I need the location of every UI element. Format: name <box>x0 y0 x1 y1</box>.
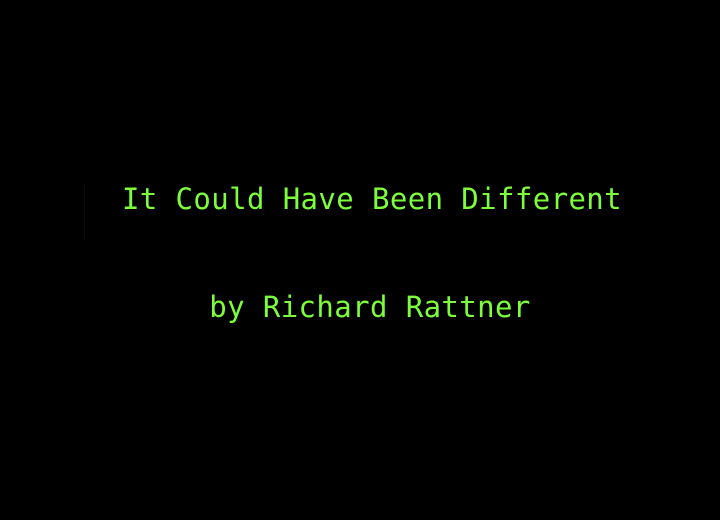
story-byline: by Richard Rattner <box>209 290 531 324</box>
title-screen: It Could Have Been Different by Richard … <box>0 0 720 520</box>
story-title: It Could Have Been Different <box>121 182 623 216</box>
